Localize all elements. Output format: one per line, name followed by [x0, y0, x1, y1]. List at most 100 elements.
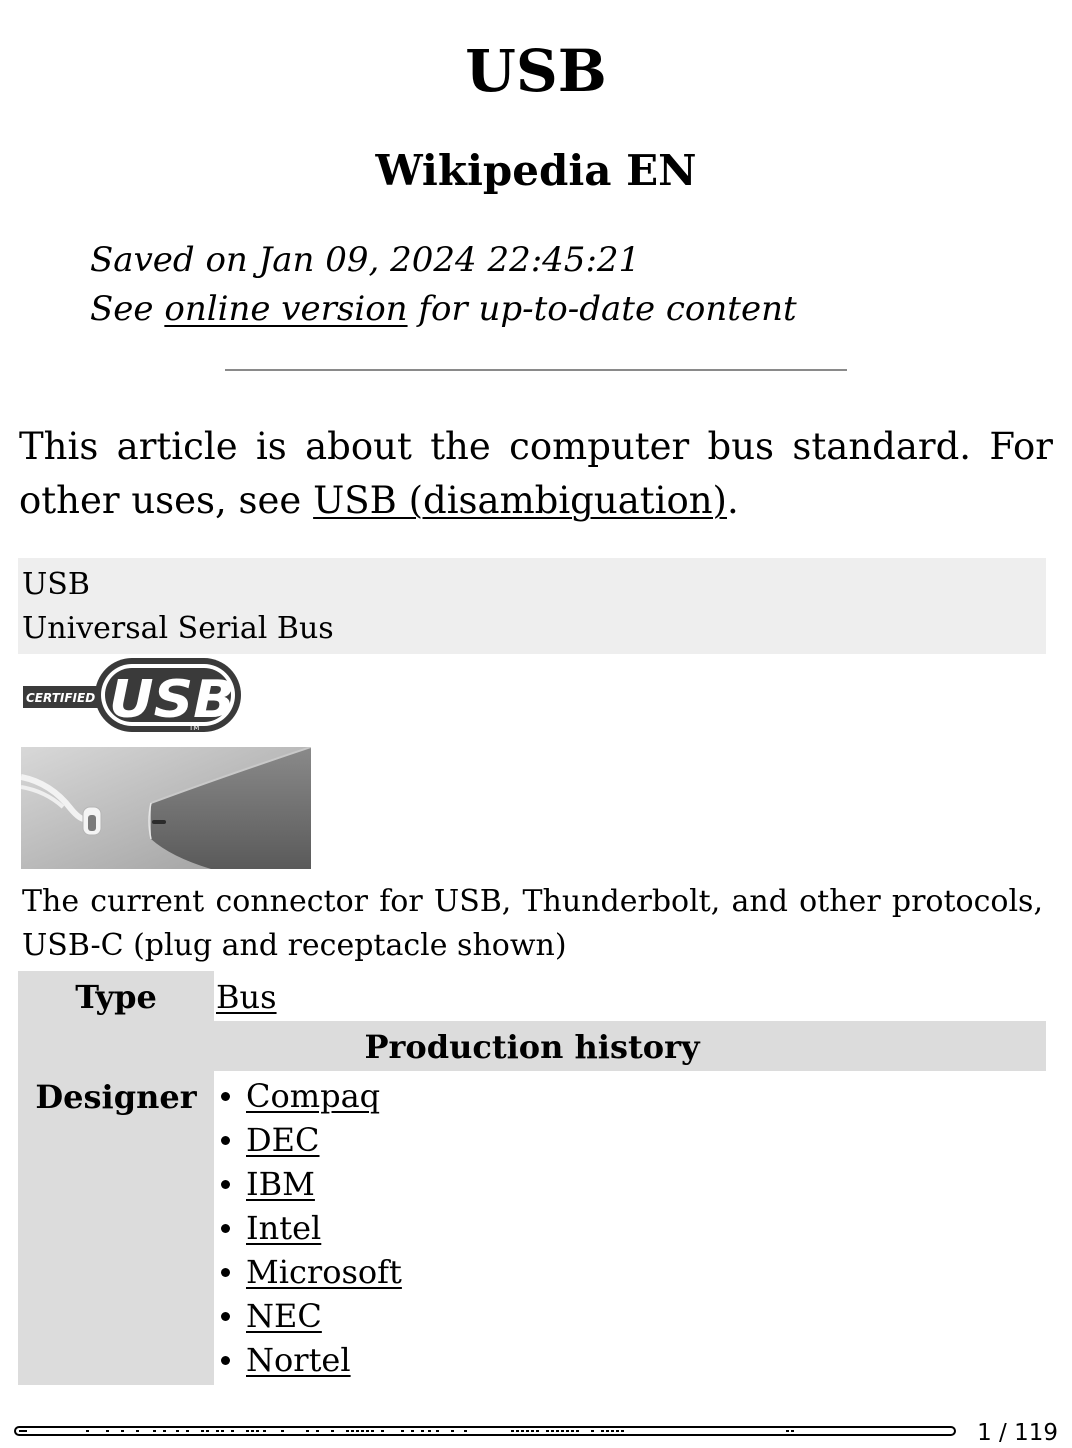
designer-link-nec[interactable]: NEC — [246, 1297, 322, 1335]
chapter-tick — [621, 1430, 624, 1432]
chapter-tick — [206, 1430, 209, 1432]
chapter-tick — [601, 1430, 604, 1432]
chapter-tick — [551, 1430, 554, 1432]
chapter-tick — [231, 1430, 234, 1432]
hatnote: This article is about the computer bus s… — [19, 420, 1053, 528]
disambiguation-link[interactable]: USB (disambiguation) — [313, 479, 727, 522]
chapter-tick — [561, 1430, 564, 1432]
page-title: USB — [465, 37, 607, 105]
usb-c-photo[interactable] — [21, 747, 311, 869]
chapter-tick — [136, 1430, 139, 1432]
chapter-tick — [316, 1430, 319, 1432]
chapter-tick — [536, 1430, 539, 1432]
bullet-icon — [221, 1268, 230, 1277]
bullet-icon — [221, 1356, 230, 1365]
see-prefix: See — [90, 289, 165, 329]
chapter-tick — [464, 1430, 467, 1432]
bullet-icon — [221, 1312, 230, 1321]
designer-item: Nortel — [216, 1338, 402, 1382]
hatnote-period: . — [727, 479, 739, 522]
bullet-icon — [221, 1224, 230, 1233]
infobox-title: USB Universal Serial Bus — [18, 558, 1046, 654]
chapter-tick — [591, 1430, 594, 1432]
reading-progress-bar[interactable] — [14, 1426, 956, 1436]
chapter-tick — [351, 1430, 354, 1432]
chapter-tick — [436, 1430, 439, 1432]
chapter-tick — [451, 1430, 454, 1432]
chapter-tick — [163, 1430, 166, 1432]
bullet-icon — [221, 1136, 230, 1145]
infobox-full-name: Universal Serial Bus — [22, 611, 334, 646]
chapter-tick — [201, 1430, 204, 1432]
chapter-tick — [153, 1430, 156, 1432]
type-bus-link[interactable]: Bus — [216, 978, 277, 1016]
chapter-tick — [611, 1430, 614, 1432]
chapter-tick — [616, 1430, 619, 1432]
progress-fill — [19, 1430, 27, 1432]
image-caption: The current connector for USB, Thunderbo… — [22, 884, 1043, 963]
infobox-name: USB — [22, 567, 90, 602]
chapter-tick — [556, 1430, 559, 1432]
type-label: Type — [18, 971, 214, 1021]
production-history-header: Production history — [18, 1021, 1046, 1071]
chapter-tick — [216, 1430, 219, 1432]
chapter-tick — [121, 1430, 124, 1432]
designer-item: Intel — [216, 1206, 402, 1250]
chapter-tick — [566, 1430, 569, 1432]
page-indicator: 1 / 119 — [977, 1420, 1058, 1446]
designer-link-ibm[interactable]: IBM — [246, 1165, 315, 1203]
designer-link-microsoft[interactable]: Microsoft — [246, 1253, 402, 1291]
chapter-tick — [263, 1430, 266, 1432]
designer-item: IBM — [216, 1162, 402, 1206]
designer-link-dec[interactable]: DEC — [246, 1121, 320, 1159]
chapter-tick — [106, 1430, 109, 1432]
chapter-tick — [511, 1430, 514, 1432]
online-version-link[interactable]: online version — [164, 289, 407, 329]
designer-item: NEC — [216, 1294, 402, 1338]
chapter-tick — [786, 1430, 789, 1432]
chapter-tick — [366, 1430, 369, 1432]
logo-tm-text: TM — [188, 724, 199, 732]
saved-info: Saved on Jan 09, 2024 22:45:21 See onlin… — [90, 236, 797, 334]
chapter-tick — [176, 1430, 179, 1432]
chapter-tick — [606, 1430, 609, 1432]
source-subtitle: Wikipedia EN — [375, 146, 697, 195]
chapter-tick — [791, 1430, 794, 1432]
logo-usb-text: USB — [109, 670, 235, 730]
bullet-icon — [221, 1092, 230, 1101]
chapter-tick — [356, 1430, 359, 1432]
chapter-tick — [246, 1430, 249, 1432]
designer-item: Microsoft — [216, 1250, 402, 1294]
type-value: Bus — [216, 971, 277, 1023]
chapter-tick — [251, 1430, 254, 1432]
chapter-tick — [86, 1430, 89, 1432]
chapter-tick — [281, 1430, 284, 1432]
chapter-tick — [346, 1430, 349, 1432]
chapter-tick — [221, 1430, 224, 1432]
designer-link-compaq[interactable]: Compaq — [246, 1077, 380, 1115]
chapter-tick — [411, 1430, 414, 1432]
saved-timestamp: Saved on Jan 09, 2024 22:45:21 — [90, 240, 641, 280]
chapter-tick — [361, 1430, 364, 1432]
designer-item: DEC — [216, 1118, 402, 1162]
chapter-tick — [531, 1430, 534, 1432]
chapter-tick — [256, 1430, 259, 1432]
chapter-tick — [521, 1430, 524, 1432]
header-divider — [225, 369, 847, 371]
chapter-tick — [526, 1430, 529, 1432]
see-suffix: for up-to-date content — [407, 289, 797, 329]
certified-usb-logo[interactable]: CERTIFIED USB TM — [21, 656, 243, 734]
bullet-icon — [221, 1180, 230, 1189]
chapter-tick — [401, 1430, 404, 1432]
designer-link-nortel[interactable]: Nortel — [246, 1341, 351, 1379]
online-version-line: See online version for up-to-date conten… — [90, 285, 797, 334]
designer-item: Compaq — [216, 1074, 402, 1118]
chapter-tick — [421, 1430, 424, 1432]
chapter-tick — [571, 1430, 574, 1432]
chapter-tick — [428, 1430, 431, 1432]
chapter-tick — [546, 1430, 549, 1432]
chapter-tick — [331, 1430, 334, 1432]
chapter-tick — [381, 1430, 384, 1432]
chapter-tick — [371, 1430, 374, 1432]
designer-link-intel[interactable]: Intel — [246, 1209, 321, 1247]
